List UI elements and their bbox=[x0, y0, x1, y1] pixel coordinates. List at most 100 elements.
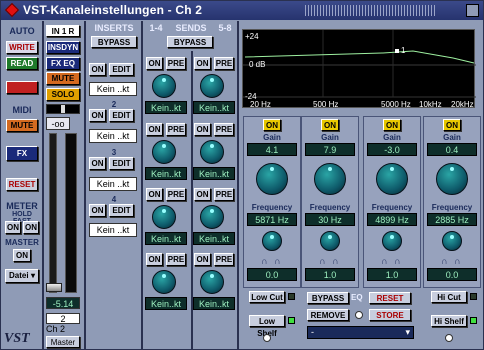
send-level-knob[interactable] bbox=[200, 205, 224, 229]
q-knob[interactable] bbox=[382, 231, 402, 251]
low-band-radio[interactable] bbox=[263, 334, 271, 342]
send-pre-button[interactable]: PRE bbox=[214, 123, 234, 136]
high-band-radio[interactable] bbox=[445, 334, 453, 342]
send-pre-button[interactable]: PRE bbox=[166, 57, 186, 70]
insert-plugin-select[interactable]: Kein ..kt bbox=[89, 177, 137, 191]
send-level-knob[interactable] bbox=[152, 270, 176, 294]
title-bar[interactable]: VST-Kanaleinstellungen - Ch 2 bbox=[1, 1, 483, 20]
fader-track[interactable] bbox=[49, 133, 57, 293]
frequency-readout[interactable]: 30 Hz bbox=[305, 213, 355, 226]
master-on-button[interactable]: ON bbox=[13, 249, 31, 262]
hi-shelf-button[interactable]: Hi Shelf bbox=[431, 315, 467, 327]
read-button[interactable]: READ bbox=[6, 57, 38, 70]
hi-cut-button[interactable]: Hi Cut bbox=[431, 291, 467, 303]
gain-knob[interactable] bbox=[256, 163, 288, 195]
send-pre-button[interactable]: PRE bbox=[166, 123, 186, 136]
q-knob[interactable] bbox=[262, 231, 282, 251]
insert-edit-button[interactable]: EDIT bbox=[109, 63, 134, 76]
low-shelf-button[interactable]: Low Shelf bbox=[249, 315, 285, 338]
eq-graph[interactable]: +24 0 dB -24 1 bbox=[242, 29, 476, 108]
frequency-readout[interactable]: 4899 Hz bbox=[367, 213, 417, 226]
q-knob[interactable] bbox=[320, 231, 340, 251]
input-select[interactable]: IN 1 R bbox=[46, 25, 80, 37]
insert-plugin-select[interactable]: Kein ..kt bbox=[89, 82, 137, 96]
insert-plugin-select[interactable]: Kein ..kt bbox=[89, 129, 137, 143]
fader-handle[interactable] bbox=[46, 283, 62, 292]
output-select[interactable]: Master bbox=[46, 336, 80, 348]
gain-knob[interactable] bbox=[436, 163, 468, 195]
automation-off-button[interactable]: OFF bbox=[6, 81, 38, 94]
eq-band-marker[interactable] bbox=[395, 49, 399, 53]
insdyn-button[interactable]: INSDYN bbox=[46, 41, 80, 54]
gain-knob[interactable] bbox=[314, 163, 346, 195]
preset-store-button[interactable]: STORE bbox=[369, 309, 411, 321]
drag-grip[interactable] bbox=[305, 5, 435, 16]
insert-on-button[interactable]: ON bbox=[89, 109, 106, 122]
insert-on-button[interactable]: ON bbox=[89, 204, 106, 217]
preset-select[interactable]: - ▾ bbox=[307, 326, 414, 339]
insert-on-button[interactable]: ON bbox=[89, 157, 106, 170]
send-level-knob[interactable] bbox=[152, 74, 176, 98]
send-pre-button[interactable]: PRE bbox=[166, 188, 186, 201]
meter-hold-on-button[interactable]: ON bbox=[5, 221, 21, 234]
send-destination-select[interactable]: Kein..kt bbox=[145, 167, 187, 180]
gain-readout[interactable]: 7.9 bbox=[305, 143, 355, 156]
inserts-bypass-button[interactable]: BYPASS bbox=[91, 36, 137, 48]
mute-button[interactable]: MUTE bbox=[46, 72, 80, 85]
channel-name[interactable]: Ch 2 bbox=[46, 324, 80, 335]
send-level-knob[interactable] bbox=[200, 270, 224, 294]
eq-band-on-button[interactable]: ON bbox=[383, 119, 401, 131]
q-readout[interactable]: 0.0 bbox=[427, 268, 477, 281]
send-on-button[interactable]: ON bbox=[146, 57, 163, 70]
send-pre-button[interactable]: PRE bbox=[214, 253, 234, 266]
gain-knob[interactable] bbox=[376, 163, 408, 195]
eq-band-on-button[interactable]: ON bbox=[263, 119, 281, 131]
send-pre-button[interactable]: PRE bbox=[214, 57, 234, 70]
fx-button[interactable]: FX bbox=[6, 146, 38, 161]
insert-edit-button[interactable]: EDIT bbox=[109, 204, 134, 217]
solo-button[interactable]: SOLO bbox=[46, 88, 80, 101]
send-destination-select[interactable]: Kein..kt bbox=[145, 232, 187, 245]
sends-bypass-button[interactable]: BYPASS bbox=[167, 36, 213, 48]
send-destination-select[interactable]: Kein..kt bbox=[193, 167, 235, 180]
q-readout[interactable]: 0.0 bbox=[247, 268, 297, 281]
send-level-knob[interactable] bbox=[200, 74, 224, 98]
eq-band-on-button[interactable]: ON bbox=[321, 119, 339, 131]
volume-readout[interactable]: -oo bbox=[46, 117, 70, 130]
preset-remove-button[interactable]: REMOVE bbox=[307, 309, 349, 321]
gain-readout[interactable]: 0.4 bbox=[427, 143, 477, 156]
eq-reset-button[interactable]: RESET bbox=[369, 292, 411, 304]
eq-band-on-button[interactable]: ON bbox=[443, 119, 461, 131]
gain-readout[interactable]: -3.0 bbox=[367, 143, 417, 156]
midi-mute-button[interactable]: MUTE bbox=[6, 119, 38, 132]
gain-readout[interactable]: 4.1 bbox=[247, 143, 297, 156]
send-on-button[interactable]: ON bbox=[194, 57, 211, 70]
send-destination-select[interactable]: Kein..kt bbox=[145, 297, 187, 310]
insert-edit-button[interactable]: EDIT bbox=[109, 109, 134, 122]
low-cut-button[interactable]: Low Cut bbox=[249, 291, 285, 303]
insert-plugin-select[interactable]: Kein ..kt bbox=[89, 223, 137, 237]
pan-slider[interactable] bbox=[46, 104, 80, 114]
reset-button[interactable]: RESET bbox=[6, 178, 38, 191]
preset-radio[interactable] bbox=[355, 311, 363, 319]
send-pre-button[interactable]: PRE bbox=[214, 188, 234, 201]
insert-on-button[interactable]: ON bbox=[89, 63, 106, 76]
window-menu-icon[interactable] bbox=[4, 2, 20, 18]
send-destination-select[interactable]: Kein..kt bbox=[193, 101, 235, 114]
write-button[interactable]: WRITE bbox=[6, 41, 38, 54]
meter-fast-on-button[interactable]: ON bbox=[23, 221, 39, 234]
datei-menu[interactable]: Datei ▾ bbox=[5, 269, 39, 283]
send-on-button[interactable]: ON bbox=[194, 253, 211, 266]
send-destination-select[interactable]: Kein..kt bbox=[193, 297, 235, 310]
frequency-readout[interactable]: 5871 Hz bbox=[247, 213, 297, 226]
eq-bypass-button[interactable]: BYPASS bbox=[307, 292, 349, 304]
q-knob[interactable] bbox=[442, 231, 462, 251]
close-box-icon[interactable] bbox=[466, 4, 479, 17]
send-level-knob[interactable] bbox=[200, 140, 224, 164]
send-on-button[interactable]: ON bbox=[146, 188, 163, 201]
pan-handle[interactable] bbox=[61, 105, 65, 113]
fx-eq-button[interactable]: FX EQ bbox=[46, 57, 80, 70]
send-destination-select[interactable]: Kein..kt bbox=[193, 232, 235, 245]
send-on-button[interactable]: ON bbox=[194, 123, 211, 136]
frequency-readout[interactable]: 2885 Hz bbox=[427, 213, 477, 226]
